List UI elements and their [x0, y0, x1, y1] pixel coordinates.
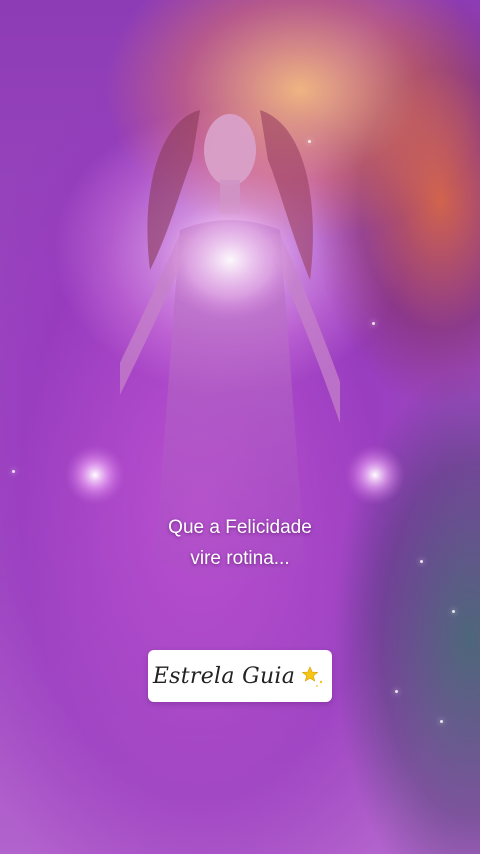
caption-line-1: Que a Felicidade [168, 517, 312, 538]
brand-card: Estrela Guia [148, 650, 332, 702]
sparkle [308, 140, 311, 143]
caption-line-2: vire rotina... [190, 548, 290, 569]
sparkle [372, 322, 375, 325]
sparkle [440, 720, 443, 723]
caption: Que a Felicidade vire rotina... [0, 512, 480, 574]
right-hand-glow [345, 445, 405, 505]
background-image: Que a Felicidade vire rotina... Estrela … [0, 0, 480, 854]
sparkle [452, 610, 455, 613]
left-hand-glow [65, 445, 125, 505]
sparkle [395, 690, 398, 693]
sparkle [12, 470, 15, 473]
brand-name: Estrela Guia [152, 663, 296, 689]
star-moon-icon [301, 666, 323, 687]
